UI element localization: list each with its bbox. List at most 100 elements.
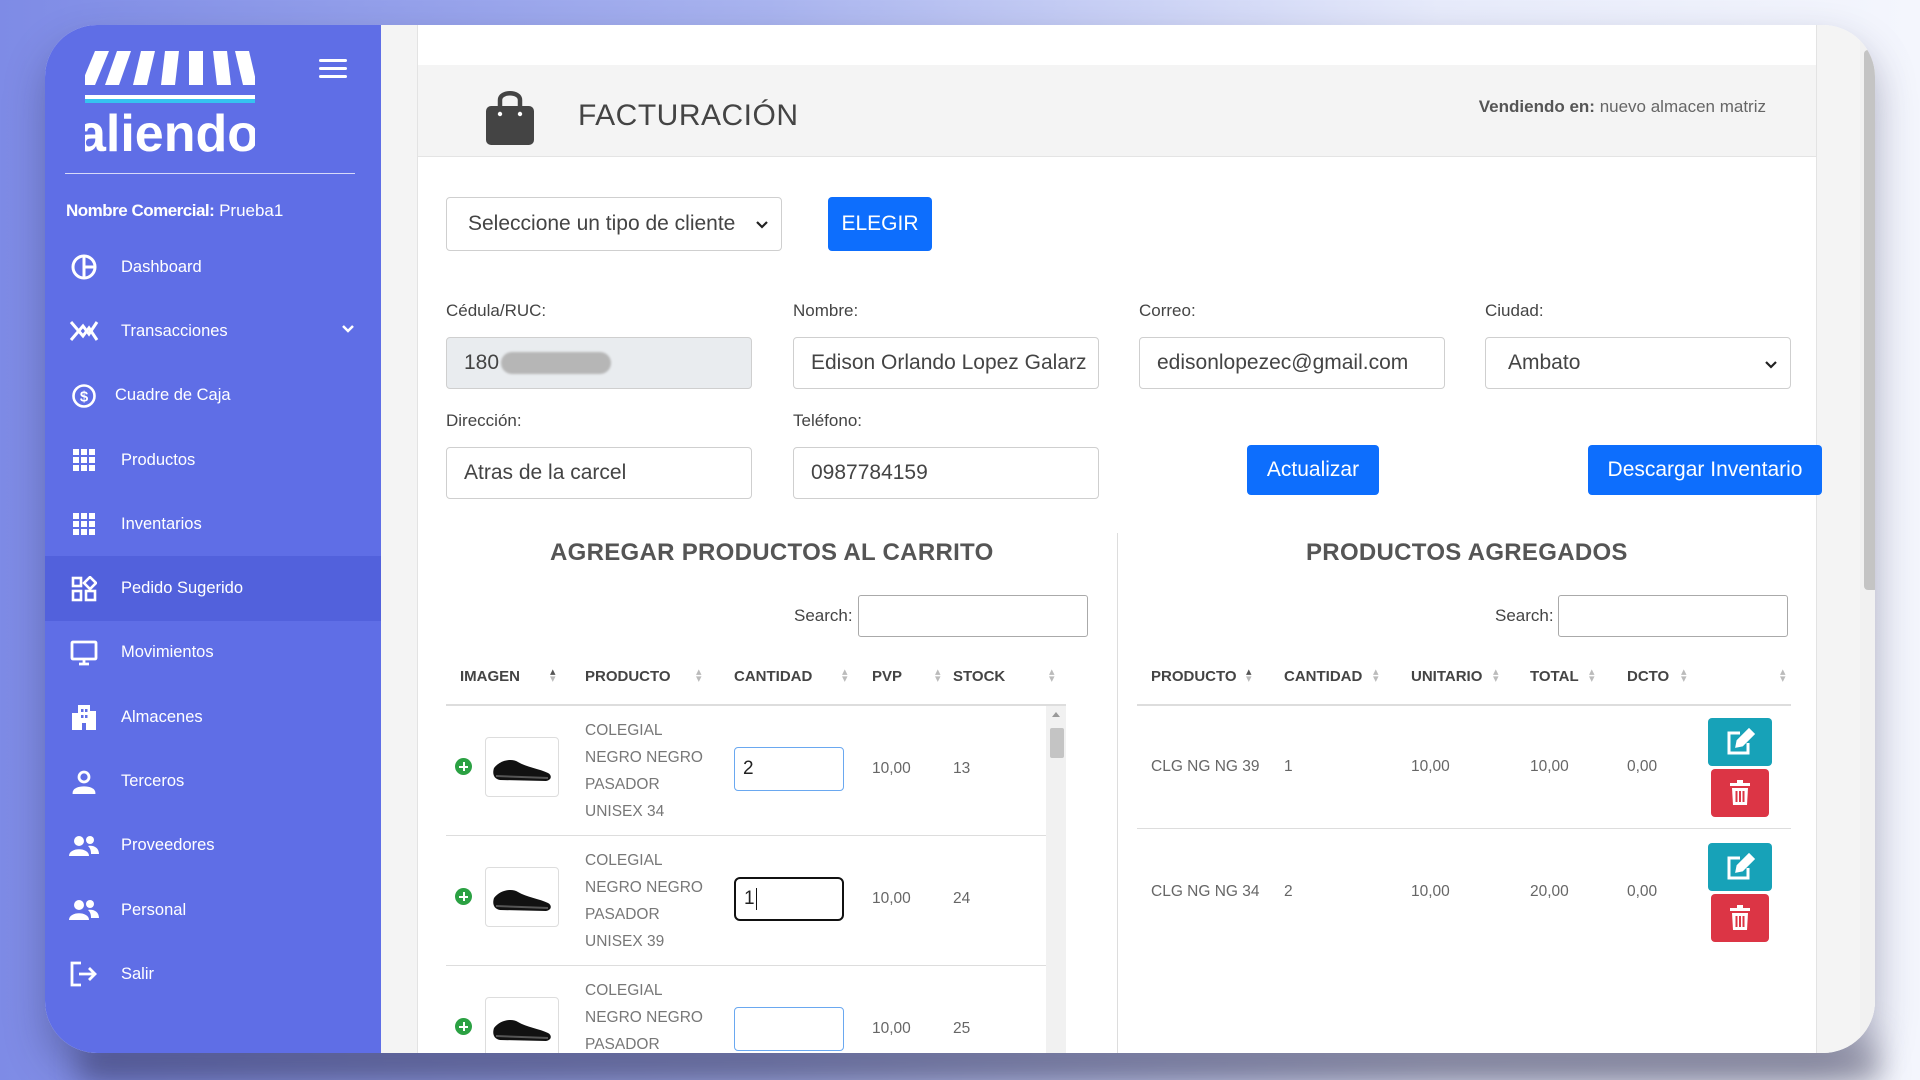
product-thumbnail	[485, 997, 559, 1053]
page-scrollbar[interactable]	[1860, 25, 1875, 1053]
redacted-mask	[501, 352, 612, 374]
sidebar-item-label: Transacciones	[121, 321, 228, 340]
added-search-input[interactable]	[1558, 595, 1788, 637]
sort-icon: ▴ ▾	[1049, 666, 1055, 685]
sidebar-item-transacciones[interactable]: Transacciones	[45, 299, 381, 363]
sort-icon: ▴ ▾	[1589, 666, 1595, 685]
edit-icon	[1727, 728, 1755, 755]
scrollbar-thumb[interactable]	[1050, 728, 1064, 758]
correo-field[interactable]: edisonlopezec@gmail.com	[1139, 337, 1445, 389]
sidebar-item-cuadre-de-caja[interactable]: $ Cuadre de Caja	[45, 364, 381, 428]
ciudad-value: Ambato	[1508, 351, 1581, 374]
grid-icon	[69, 509, 99, 539]
cart-col-imagen[interactable]: IMAGEN	[460, 668, 520, 685]
stock-value: 13	[953, 760, 971, 777]
menu-toggle-icon[interactable]	[319, 59, 347, 81]
added-col-unitario[interactable]: UNITARIO	[1411, 668, 1482, 685]
product-name: COLEGIAL NEGRO NEGRO PASADOR UNISEX 34	[585, 717, 705, 825]
selling-value: nuevo almacen matriz	[1599, 97, 1766, 116]
sidebar-item-terceros[interactable]: Terceros	[45, 749, 381, 813]
sort-icon: ▴ ▾	[1373, 666, 1379, 685]
delete-button[interactable]	[1711, 769, 1769, 817]
scrollbar-thumb[interactable]	[1864, 50, 1875, 590]
business-label: Nombre Comercial:	[66, 201, 215, 220]
telefono-field[interactable]: 0987784159	[793, 447, 1099, 499]
add-product-icon[interactable]	[455, 758, 472, 775]
cart-col-pvp[interactable]: PVP	[872, 668, 902, 685]
quantity-input[interactable]	[734, 1007, 844, 1051]
edit-button[interactable]	[1708, 843, 1772, 891]
sidebar-item-label: Proveedores	[121, 836, 215, 855]
product-line: COLEGIAL	[585, 722, 663, 739]
sidebar-item-label: Terceros	[121, 772, 185, 791]
added-col-total[interactable]: TOTAL	[1530, 668, 1579, 685]
sidebar: aliendo Nombre Comercial: Prueba1 Dashbo…	[45, 25, 381, 1053]
product-line: UNISEX 34	[585, 803, 665, 820]
sidebar-item-pedido-sugerido[interactable]: Pedido Sugerido	[45, 556, 381, 621]
sidebar-item-almacenes[interactable]: Almacenes	[45, 685, 381, 749]
direccion-field[interactable]: Atras de la carcel	[446, 447, 752, 499]
product-thumbnail	[485, 737, 559, 797]
table-header-line	[446, 704, 1066, 706]
added-search-label: Search:	[1495, 606, 1554, 625]
sidebar-item-movimientos[interactable]: Movimientos	[45, 621, 381, 685]
added-col-producto[interactable]: PRODUCTO	[1151, 668, 1237, 685]
cart-col-stock[interactable]: STOCK	[953, 668, 1005, 685]
pvp-value: 10,00	[872, 1020, 911, 1037]
ciudad-select[interactable]: Ambato	[1485, 337, 1791, 389]
added-producto: CLG NG NG 34	[1151, 883, 1260, 900]
add-product-icon[interactable]	[455, 888, 472, 905]
pvp-value: 10,00	[872, 890, 911, 907]
download-inventory-button[interactable]: Descargar Inventario	[1588, 445, 1822, 495]
section-divider	[1117, 533, 1118, 1053]
shopping-bag-icon	[486, 91, 534, 145]
cart-col-cantidad[interactable]: CANTIDAD	[734, 668, 812, 685]
sidebar-item-dashboard[interactable]: Dashboard	[45, 235, 381, 299]
delete-button[interactable]	[1711, 894, 1769, 942]
add-product-icon[interactable]	[455, 1018, 472, 1035]
added-cantidad: 1	[1284, 758, 1293, 775]
choose-client-button[interactable]: ELEGIR	[828, 197, 932, 251]
cedula-value: 180	[464, 351, 500, 374]
product-line: COLEGIAL	[585, 852, 663, 869]
cart-search-input[interactable]	[858, 595, 1088, 637]
sidebar-item-label: Dashboard	[121, 257, 202, 276]
text-cursor	[755, 888, 757, 910]
sidebar-item-inventarios[interactable]: Inventarios	[45, 492, 381, 556]
sidebar-item-salir[interactable]: Salir	[45, 942, 381, 1006]
quantity-input[interactable]: 2	[734, 747, 844, 791]
sidebar-item-proveedores[interactable]: Proveedores	[45, 814, 381, 878]
edit-button[interactable]	[1708, 718, 1772, 766]
added-section-title: PRODUCTOS AGREGADOS	[1306, 539, 1628, 566]
direccion-label: Dirección:	[446, 411, 522, 430]
nombre-field[interactable]: Edison Orlando Lopez Galarz	[793, 337, 1099, 389]
sort-icon: ▴ ▾	[842, 666, 848, 685]
sidebar-item-productos[interactable]: Productos	[45, 428, 381, 492]
dashboard-icon	[69, 252, 99, 282]
main-content: FACTURACIÓN Vendiendo en: nuevo almacen …	[381, 25, 1875, 1053]
update-button[interactable]: Actualizar	[1247, 445, 1379, 495]
added-col-dcto[interactable]: DCTO	[1627, 668, 1669, 685]
business-name: Nombre Comercial: Prueba1	[66, 201, 283, 221]
added-col-cantidad[interactable]: CANTIDAD	[1284, 668, 1362, 685]
svg-text:$: $	[80, 388, 89, 405]
cart-col-producto[interactable]: PRODUCTO	[585, 668, 671, 685]
product-line: NEGRO NEGRO	[585, 749, 703, 766]
quantity-input[interactable]: 1	[734, 877, 844, 921]
client-type-select[interactable]: Seleccione un tipo de cliente	[446, 197, 782, 251]
edit-icon	[1727, 853, 1755, 880]
selling-label: Vendiendo en:	[1478, 97, 1595, 116]
sidebar-item-personal[interactable]: Personal	[45, 878, 381, 942]
cart-scrollbar[interactable]	[1046, 706, 1066, 1053]
scroll-up-icon[interactable]	[1052, 712, 1060, 717]
sort-icon: ▴ ▾	[550, 666, 556, 685]
cart-section-title: AGREGAR PRODUCTOS AL CARRITO	[550, 539, 994, 566]
sort-icon: ▴ ▾	[1780, 666, 1786, 685]
app-window: aliendo Nombre Comercial: Prueba1 Dashbo…	[45, 25, 1875, 1053]
product-line: NEGRO NEGRO	[585, 1009, 703, 1026]
stock-value: 24	[953, 890, 971, 907]
added-unitario: 10,00	[1411, 883, 1450, 900]
correo-value: edisonlopezec@gmail.com	[1157, 351, 1409, 374]
sidebar-divider	[65, 173, 355, 174]
nombre-value: Edison Orlando Lopez Galarz	[811, 351, 1087, 374]
